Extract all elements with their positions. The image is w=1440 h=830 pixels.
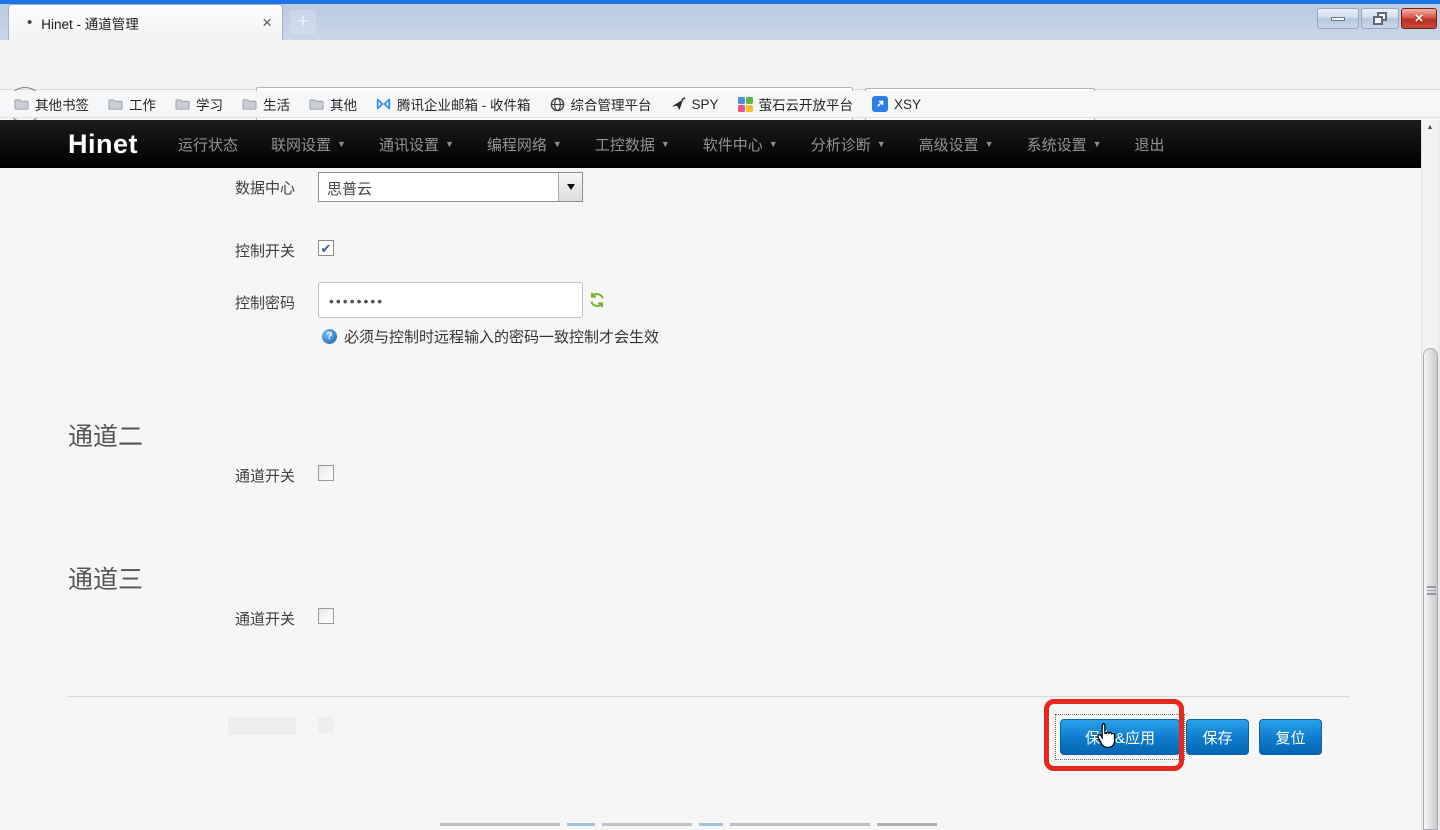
- data-center-select[interactable]: 思普云: [318, 172, 583, 202]
- minimize-icon: [1331, 17, 1345, 21]
- bookmark-tencent-mail[interactable]: 腾讯企业邮箱 - 收件箱: [376, 94, 531, 114]
- control-switch-checkbox[interactable]: ✔: [318, 240, 334, 256]
- bookmark-xsy[interactable]: XSY: [872, 96, 921, 112]
- bookmark-folder-work[interactable]: 工作: [108, 94, 156, 114]
- data-center-row: 数据中心 思普云: [68, 172, 583, 202]
- nav-item-programming-network[interactable]: 编程网络▼: [487, 134, 562, 155]
- tab-title: Hinet - 通道管理: [41, 13, 253, 33]
- control-password-row: 控制密码 ••••••••: [68, 282, 605, 318]
- folder-icon: [14, 98, 29, 111]
- password-help-text: 必须与控制时远程输入的密码一致控制才会生效: [344, 326, 659, 347]
- close-icon: ×: [1415, 11, 1424, 26]
- nav-item-software-center[interactable]: 软件中心▼: [703, 134, 778, 155]
- restore-button[interactable]: [1361, 8, 1399, 29]
- check-icon: ✔: [321, 242, 332, 255]
- divider: [68, 696, 1350, 698]
- caret-down-icon: ▼: [877, 139, 886, 149]
- control-switch-label: 控制开关: [68, 240, 295, 261]
- browser-tab[interactable]: • Hinet - 通道管理 ×: [8, 4, 283, 40]
- data-center-label: 数据中心: [68, 177, 295, 198]
- browser-window: • Hinet - 通道管理 × + × ← → × 192.168.9.99/…: [0, 0, 1440, 830]
- channel2-heading: 通道二: [68, 417, 143, 453]
- control-password-label: 控制密码: [68, 282, 295, 313]
- channel3-switch-label: 通道开关: [68, 608, 295, 629]
- select-dropdown-button[interactable]: [558, 173, 582, 201]
- password-help-row: ? 必须与控制时远程输入的密码一致控制才会生效: [322, 326, 659, 347]
- bookmark-folder-misc[interactable]: 其他: [309, 94, 357, 114]
- save-button[interactable]: 保存: [1186, 719, 1249, 755]
- nav-item-comm-settings[interactable]: 通讯设置▼: [379, 134, 454, 155]
- control-password-input[interactable]: ••••••••: [318, 282, 583, 318]
- caret-down-icon: ▼: [1093, 139, 1102, 149]
- window-controls: ×: [1317, 8, 1437, 29]
- site-navbar: Hinet 运行状态 联网设置▼ 通讯设置▼ 编程网络▼ 工控数据▼ 软件中心▼…: [0, 120, 1421, 168]
- triangle-down-icon: [567, 184, 575, 190]
- nav-item-system-settings[interactable]: 系统设置▼: [1027, 134, 1102, 155]
- minimize-button[interactable]: [1317, 8, 1359, 29]
- hand-cursor-icon: [1093, 721, 1118, 755]
- help-icon: ?: [322, 329, 337, 344]
- tab-close-icon[interactable]: ×: [262, 14, 272, 31]
- channel2-switch-checkbox[interactable]: [318, 465, 334, 481]
- globe-icon: [550, 97, 565, 112]
- nav-item-diagnostics[interactable]: 分析诊断▼: [811, 134, 886, 155]
- folder-icon: [309, 98, 324, 111]
- folder-icon: [242, 98, 257, 111]
- close-button[interactable]: ×: [1401, 8, 1437, 29]
- ghost-artifact: [318, 717, 334, 733]
- bookmark-folder-life[interactable]: 生活: [242, 94, 290, 114]
- nav-item-run-status[interactable]: 运行状态: [178, 134, 238, 155]
- bookmark-folder-other-bookmarks[interactable]: 其他书签: [14, 94, 89, 114]
- bookmark-folder-study[interactable]: 学习: [175, 94, 223, 114]
- scrollbar-thumb[interactable]: [1423, 348, 1438, 830]
- color-grid-icon: [738, 97, 753, 112]
- page-content: 数据中心 思普云 控制开关 ✔ 控制密码 •••••••• ? 必须与控制时远程…: [0, 168, 1421, 830]
- folder-icon: [108, 98, 123, 111]
- caret-down-icon: ▼: [769, 139, 778, 149]
- caret-down-icon: ▼: [445, 139, 454, 149]
- caret-down-icon: ▼: [553, 139, 562, 149]
- folder-icon: [175, 98, 190, 111]
- site-logo[interactable]: Hinet: [68, 129, 138, 160]
- control-switch-row: 控制开关 ✔: [68, 240, 334, 261]
- ghost-artifact: [228, 717, 296, 735]
- nav-item-industrial-data[interactable]: 工控数据▼: [595, 134, 670, 155]
- footer-partial-text: [440, 823, 1020, 830]
- generate-password-icon[interactable]: [589, 282, 605, 313]
- scroll-up-arrow-icon[interactable]: ▲: [1422, 120, 1438, 136]
- channel3-heading: 通道三: [68, 560, 143, 596]
- tab-bar: • Hinet - 通道管理 × + ×: [0, 4, 1440, 40]
- bookmark-spy[interactable]: SPY: [671, 97, 719, 112]
- channel2-switch-label: 通道开关: [68, 465, 295, 486]
- channel2-switch-row: 通道开关: [68, 465, 334, 486]
- vertical-scrollbar[interactable]: ▲: [1421, 120, 1438, 830]
- nav-item-advanced-settings[interactable]: 高级设置▼: [919, 134, 994, 155]
- plane-icon: [671, 97, 686, 112]
- new-tab-button[interactable]: +: [290, 10, 316, 34]
- channel3-switch-checkbox[interactable]: [318, 608, 334, 624]
- arrow-square-icon: [872, 96, 888, 112]
- bookmarks-bar: 其他书签 工作 学习 生活 其他 腾讯企业邮箱 - 收件箱 综合管理平台 SPY…: [0, 91, 1440, 118]
- reset-button[interactable]: 复位: [1259, 719, 1322, 755]
- tab-favicon-dot: •: [27, 15, 32, 30]
- navigation-toolbar: ← → × 192.168.9.99/cgi-bin/luci/;stok=48…: [0, 40, 1440, 90]
- caret-down-icon: ▼: [985, 139, 994, 149]
- bookmark-ezviz-platform[interactable]: 萤石云开放平台: [738, 94, 854, 114]
- mail-bowtie-icon: [376, 97, 391, 111]
- bookmark-management-platform[interactable]: 综合管理平台: [550, 94, 652, 114]
- nav-item-network-settings[interactable]: 联网设置▼: [271, 134, 346, 155]
- caret-down-icon: ▼: [661, 139, 670, 149]
- caret-down-icon: ▼: [337, 139, 346, 149]
- scrollbar-grip-icon: [1427, 586, 1436, 597]
- channel3-switch-row: 通道开关: [68, 608, 334, 629]
- nav-item-logout[interactable]: 退出: [1135, 134, 1165, 155]
